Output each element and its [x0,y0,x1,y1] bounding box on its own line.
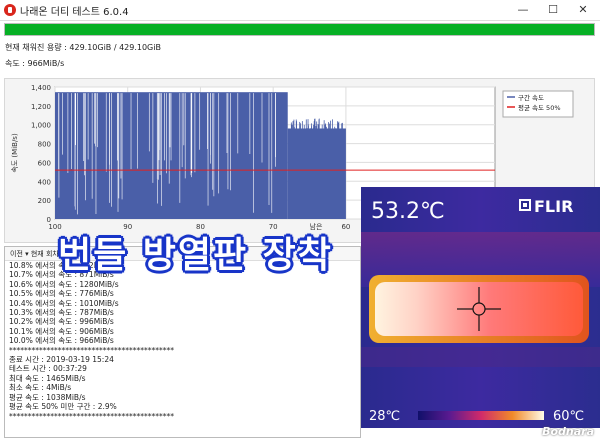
legend-label: 평균 속도 50% [518,103,561,112]
watermark: Bodnara [542,425,594,438]
log-line: 10.2% 에서의 속도 : 996MiB/s [9,317,114,327]
scale-max-temp: 60℃ [553,409,584,424]
log-line: 10.1% 에서의 속도 : 906MiB/s [9,326,114,336]
log-line: 평균 속도 : 1038MiB/s [9,392,86,402]
thermal-image: 53.2℃ FLIR 28℃ 60℃ [361,187,600,428]
speed-text: 속도 : 966MiB/s [5,59,65,68]
minimize-button[interactable]: — [508,0,538,20]
log-line: 최대 속도 : 1465MiB/s [9,373,86,383]
flir-brand: FLIR [534,197,573,216]
temperature-scale-bar [418,411,544,420]
log-line: 평균 속도 50% 미만 구간 : 2.9% [9,402,117,412]
log-line: 최소 속도 : 4MiB/s [9,383,72,393]
y-tick-label: 200 [38,197,51,205]
spot-temperature: 53.2℃ [371,199,445,224]
legend-label: 구간 속도 [518,93,544,102]
title-bar: 나래온 더티 테스트 6.0.4 — ☐ ✕ [0,0,600,21]
log-line: 10.5% 에서의 속도 : 776MiB/s [9,289,114,299]
log-line: ****************************************… [9,411,174,421]
y-tick-label: 1,000 [31,122,51,130]
y-tick-label: 1,400 [31,84,51,92]
close-button[interactable]: ✕ [568,0,598,20]
series-fill-low [287,128,346,219]
scale-min-temp: 28℃ [369,409,400,424]
fill-progress-bar [4,23,595,36]
overlay-caption: 번들 방열판 장착 [58,235,333,276]
capacity-text: 현재 채워진 용량 : 429.10GiB / 429.10GiB [5,43,161,52]
maximize-button[interactable]: ☐ [538,0,568,20]
window-title: 나래온 더티 테스트 6.0.4 [20,7,129,18]
log-line: 테스트 시간 : 00:37:29 [9,364,87,374]
x-tick-label: 60 [341,223,350,231]
log-line: 10.6% 에서의 속도 : 1280MiB/s [9,279,119,289]
y-tick-label: 600 [38,159,51,167]
log-line: 10.0% 에서의 속도 : 966MiB/s [9,336,114,346]
log-line: ****************************************… [9,345,174,355]
y-tick-label: 1,200 [31,103,51,111]
progress-fill [5,24,594,35]
log-lines: 10.8% 에서의 속도 : 772MiB/s 10.7% 에서의 속도 : 87… [5,261,360,421]
app-icon [4,4,16,16]
y-tick-label: 800 [38,141,51,149]
series-fill-high [55,92,288,219]
log-line: 10.4% 에서의 속도 : 1010MiB/s [9,298,119,308]
y-axis-label: 속도 (MiB/s) [11,133,19,173]
y-tick-label: 400 [38,178,51,186]
thermal-svg: 53.2℃ FLIR 28℃ 60℃ [361,187,600,428]
